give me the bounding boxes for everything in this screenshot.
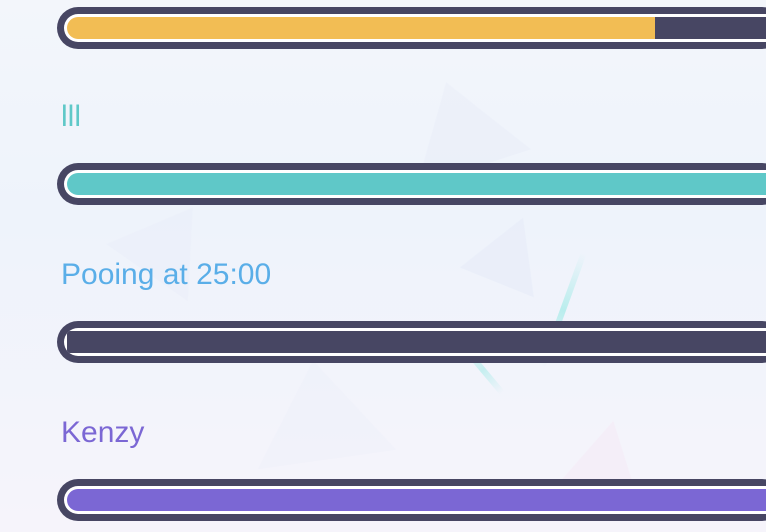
progress-fill [67, 489, 766, 511]
background-shard [243, 350, 397, 470]
progress-bar-inner [64, 328, 766, 356]
progress-fill [67, 17, 655, 39]
progress-label: Kenzy [61, 416, 145, 449]
progress-track [655, 17, 766, 39]
progress-fill [67, 173, 766, 195]
progress-label: lll [61, 100, 81, 133]
progress-bar [60, 10, 766, 46]
progress-bar [60, 166, 766, 202]
background-shard [459, 202, 561, 298]
progress-bar-inner [64, 486, 766, 514]
progress-bar [60, 482, 766, 518]
progress-bar-inner [64, 14, 766, 42]
progress-bar [60, 324, 766, 360]
progress-bar-inner [64, 170, 766, 198]
progress-label: Pooing at 25:00 [61, 258, 272, 291]
progress-track [67, 331, 766, 353]
